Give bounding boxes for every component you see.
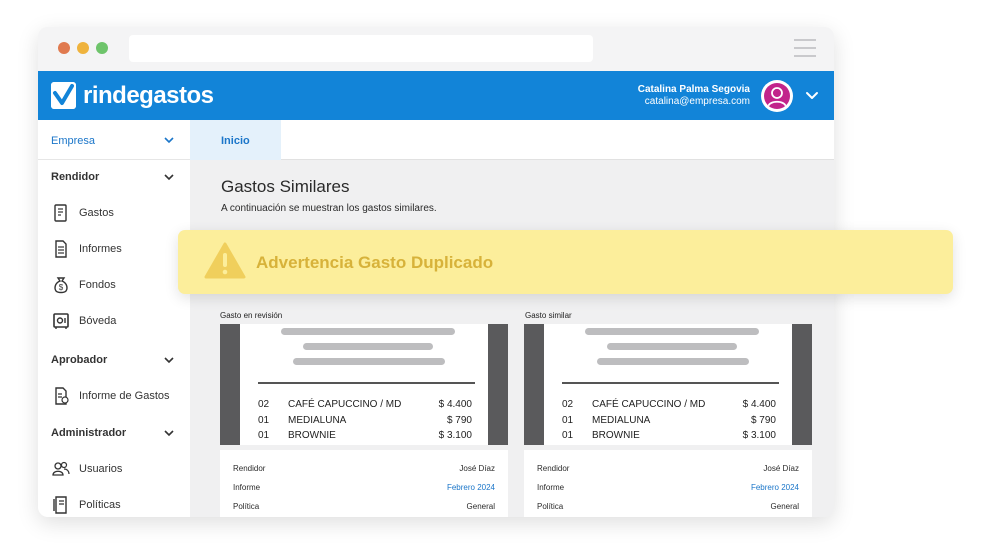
warning-triangle-icon	[204, 242, 246, 279]
brand-name[interactable]: rindegastos	[83, 82, 214, 110]
app-header: rindegastos Catalina Palma Segovia catal…	[38, 71, 834, 120]
receipt-icon	[54, 204, 67, 222]
section-administrador[interactable]: Administrador	[51, 427, 126, 439]
detail-row: Informe Febrero 2024	[233, 483, 495, 492]
main-content: Gastos Similares A continuación se muest…	[190, 160, 834, 517]
page-title: Gastos Similares	[221, 177, 350, 196]
address-bar[interactable]	[129, 35, 593, 62]
user-email: catalina@empresa.com	[644, 96, 750, 107]
sidebar-item-informes[interactable]: Informes	[51, 239, 186, 261]
receipt-line: 02 CAFÉ CAPUCCINO / MD $ 4.400	[562, 399, 776, 410]
detail-row: Rendidor José Díaz	[537, 464, 799, 473]
detail-row: Política General	[233, 502, 495, 511]
sidebar-item-politicas[interactable]: Políticas	[51, 495, 186, 517]
report-link[interactable]: Febrero 2024	[751, 483, 799, 492]
receipt-image[interactable]: 02 CAFÉ CAPUCCINO / MD $ 4.400 01 MEDIALUNA…	[524, 324, 812, 445]
tab-bar: Inicio	[190, 120, 834, 160]
sidebar-item-label: Informes	[79, 243, 122, 255]
chevron-down-icon[interactable]	[163, 354, 175, 366]
page-subtitle: A continuación se muestran los gastos si…	[221, 203, 437, 214]
expense-details: Rendidor José Díaz Informe Febrero 2024 Po…	[524, 450, 812, 517]
detail-row: Política General	[537, 502, 799, 511]
sidebar-item-informe-de-gastos[interactable]: Informe de Gastos	[51, 386, 186, 408]
money-bag-icon: $	[54, 277, 68, 294]
company-label: Empresa	[51, 135, 96, 147]
menu-icon[interactable]	[794, 39, 816, 57]
chevron-down-icon[interactable]	[163, 171, 175, 183]
browser-chrome	[38, 27, 834, 71]
users-icon	[52, 461, 70, 476]
receipt-line: 01 MEDIALUNA $ 790	[562, 415, 776, 426]
detail-row: Rendidor José Díaz	[233, 464, 495, 473]
company-selector[interactable]: Empresa	[38, 120, 190, 160]
user-name: Catalina Palma Segovia	[637, 84, 750, 95]
sidebar-item-gastos[interactable]: Gastos	[51, 203, 186, 225]
maximize-window-dot[interactable]	[96, 42, 108, 54]
sidebar-item-usuarios[interactable]: Usuarios	[51, 459, 186, 481]
chevron-down-icon	[164, 137, 174, 144]
receipt-paper: 02 CAFÉ CAPUCCINO / MD $ 4.400 01 MEDIALUNA…	[240, 324, 488, 445]
sidebar-item-fondos[interactable]: $ Fondos	[51, 275, 186, 297]
receipt-line: 01 BROWNIE $ 3.100	[258, 430, 472, 441]
sidebar-item-label: Usuarios	[79, 463, 123, 475]
logo-check-icon	[51, 82, 76, 109]
sidebar-item-label: Gastos	[79, 207, 114, 219]
minimize-window-dot[interactable]	[77, 42, 89, 54]
chevron-down-icon[interactable]	[163, 427, 175, 439]
receipt-line: 01 BROWNIE $ 3.100	[562, 430, 776, 441]
receipt-paper: 02 CAFÉ CAPUCCINO / MD $ 4.400 01 MEDIALUNA…	[544, 324, 792, 445]
section-aprobador[interactable]: Aprobador	[51, 354, 107, 366]
safe-icon	[53, 313, 69, 329]
sidebar-item-label: Políticas	[79, 499, 121, 511]
user-avatar-icon	[767, 87, 787, 108]
column-label: Gasto similar	[525, 311, 572, 320]
receipt-line: 02 CAFÉ CAPUCCINO / MD $ 4.400	[258, 399, 472, 410]
tab-inicio[interactable]: Inicio	[190, 120, 281, 160]
report-link[interactable]: Febrero 2024	[447, 483, 495, 492]
chevron-down-icon[interactable]	[805, 88, 819, 102]
column-label: Gasto en revisión	[220, 311, 283, 320]
expense-details: Rendidor José Díaz Informe Febrero 2024 Po…	[220, 450, 508, 517]
receipt-image[interactable]: 02 CAFÉ CAPUCCINO / MD $ 4.400 01 MEDIALUNA…	[220, 324, 508, 445]
sidebar-item-label: Bóveda	[79, 315, 117, 327]
section-rendidor[interactable]: Rendidor	[51, 171, 99, 183]
warning-text: Advertencia Gasto Duplicado	[256, 253, 494, 272]
close-window-dot[interactable]	[58, 42, 70, 54]
receipt-line: 01 MEDIALUNA $ 790	[258, 415, 472, 426]
policy-icon	[53, 496, 67, 514]
duplicate-warning-banner: Advertencia Gasto Duplicado	[178, 230, 953, 294]
svg-text:$: $	[59, 283, 64, 292]
document-icon	[55, 240, 67, 258]
sidebar-item-label: Fondos	[79, 279, 116, 291]
report-icon	[55, 387, 69, 405]
sidebar-item-boveda[interactable]: Bóveda	[51, 311, 186, 333]
avatar[interactable]	[761, 80, 793, 112]
sidebar: Empresa Rendidor Gastos Informes $ Fondo…	[38, 120, 190, 517]
sidebar-item-label: Informe de Gastos	[79, 390, 170, 402]
tab-label: Inicio	[221, 135, 250, 147]
detail-row: Informe Febrero 2024	[537, 483, 799, 492]
